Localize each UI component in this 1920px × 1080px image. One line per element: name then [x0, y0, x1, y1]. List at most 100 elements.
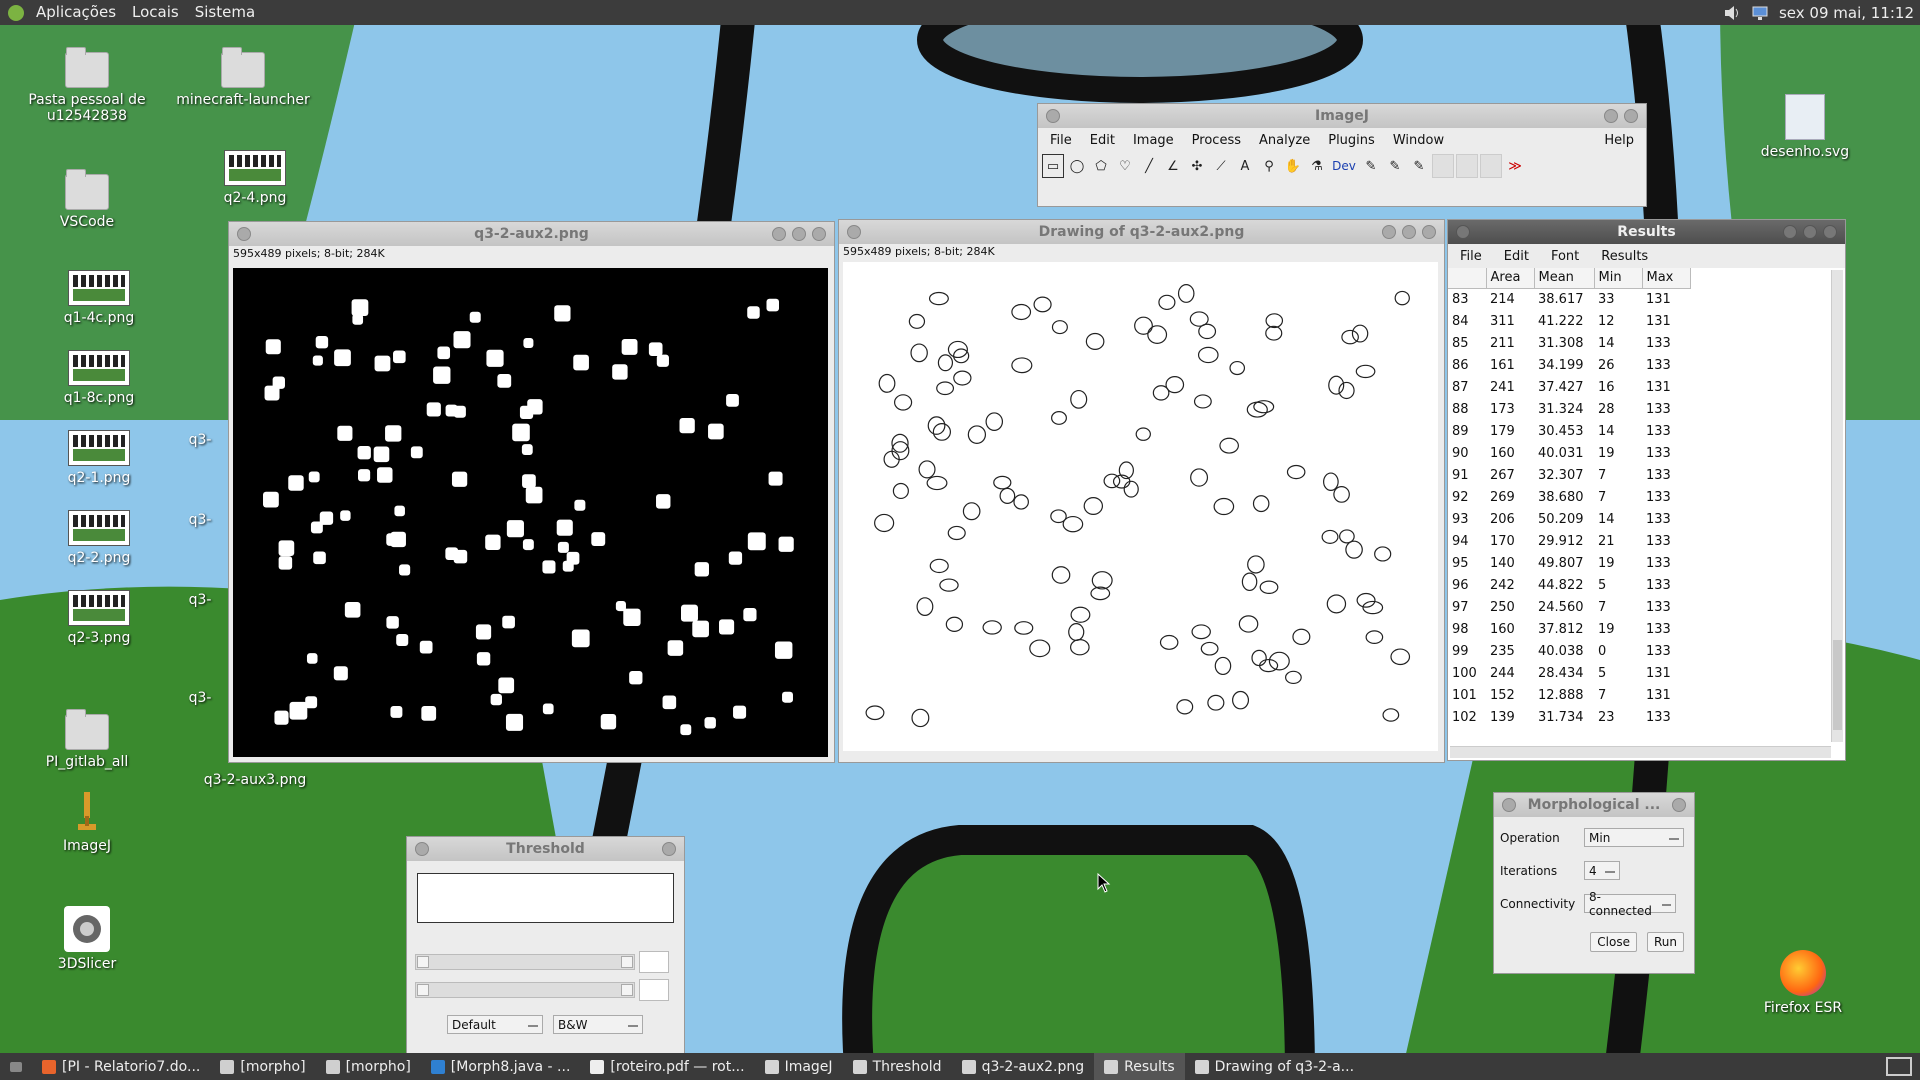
taskbar-item[interactable]: Results: [1094, 1053, 1185, 1080]
desktop-icon-partial[interactable]: q3-: [180, 512, 220, 528]
show-desktop-button[interactable]: [0, 1053, 32, 1080]
minimize-button[interactable]: [1783, 225, 1797, 239]
table-row[interactable]: 100 244 28.434 5 131: [1448, 662, 1690, 684]
menu-image[interactable]: Image: [1133, 133, 1174, 148]
table-row[interactable]: 96 242 44.822 5 133: [1448, 574, 1690, 596]
desktop-icon-q2-1[interactable]: q2-1.png: [24, 430, 174, 486]
operation-select[interactable]: Min: [1584, 828, 1684, 847]
minimize-button[interactable]: [1604, 109, 1618, 123]
desktop-icon-q2-2[interactable]: q2-2.png: [24, 510, 174, 566]
zoom-tool-icon[interactable]: ⚲: [1258, 154, 1280, 178]
blob-tool-icon[interactable]: ✎: [1384, 154, 1406, 178]
results-menu-font[interactable]: Font: [1551, 249, 1579, 264]
table-row[interactable]: 95 140 49.807 19 133: [1448, 552, 1690, 574]
run-button[interactable]: Run: [1646, 932, 1684, 952]
desktop-icon-q1-8c[interactable]: q1-8c.png: [24, 350, 174, 406]
close-button[interactable]: [1823, 225, 1837, 239]
close-button[interactable]: [662, 842, 676, 856]
desktop-icon-firefox[interactable]: Firefox ESR: [1728, 950, 1878, 1016]
close-button[interactable]: [1624, 109, 1638, 123]
slider-track[interactable]: [415, 982, 635, 998]
table-row[interactable]: 94 170 29.912 21 133: [1448, 530, 1690, 552]
window-menu-button[interactable]: [415, 842, 429, 856]
taskbar-item[interactable]: [Morph8.java - ...: [421, 1053, 581, 1080]
network-icon[interactable]: [1751, 5, 1769, 21]
dropper-tool-icon[interactable]: ⚗: [1306, 154, 1328, 178]
clock[interactable]: sex 09 mai, 11:12: [1779, 4, 1914, 22]
window-menu-button[interactable]: [847, 225, 861, 239]
threshold-mode-select[interactable]: B&W: [553, 1015, 643, 1034]
empty-tool-slot[interactable]: [1432, 154, 1454, 178]
desktop-icon-q2-3[interactable]: q2-3.png: [24, 590, 174, 646]
table-row[interactable]: 86 161 34.199 26 133: [1448, 354, 1690, 376]
slider-left-arrow-icon[interactable]: [417, 956, 429, 968]
taskbar-item[interactable]: Drawing of q3-2-a...: [1185, 1053, 1364, 1080]
results-horizontal-scrollbar[interactable]: [1450, 746, 1831, 758]
imagej-titlebar[interactable]: ImageJ: [1038, 104, 1646, 128]
table-row[interactable]: 89 179 30.453 14 133: [1448, 420, 1690, 442]
table-row[interactable]: 85 211 31.308 14 133: [1448, 332, 1690, 354]
desktop-icon-pi-gitlab[interactable]: PI_gitlab_all: [12, 709, 162, 770]
connectivity-select[interactable]: 8-connected: [1584, 890, 1676, 918]
results-titlebar[interactable]: Results: [1448, 220, 1845, 244]
desktop-icon-q1-4c[interactable]: q1-4c.png: [24, 270, 174, 326]
menu-window[interactable]: Window: [1393, 133, 1444, 148]
table-row[interactable]: 99 235 40.038 0 133: [1448, 640, 1690, 662]
min-threshold-slider[interactable]: [415, 951, 676, 973]
results-menu-file[interactable]: File: [1460, 249, 1482, 264]
column-header[interactable]: Max: [1642, 268, 1691, 289]
freehand-tool-icon[interactable]: ♡: [1114, 154, 1136, 178]
menu-plugins[interactable]: Plugins: [1328, 133, 1375, 148]
desktop-icon-3dslicer[interactable]: 3DSlicer: [12, 906, 162, 972]
text-tool-icon[interactable]: A: [1234, 154, 1256, 178]
window-menu-button[interactable]: [1046, 109, 1060, 123]
slider-left-arrow-icon[interactable]: [417, 984, 429, 996]
wand-tool-icon[interactable]: ⟋: [1210, 154, 1232, 178]
minimize-button[interactable]: [772, 227, 786, 241]
table-row[interactable]: 88 173 31.324 28 133: [1448, 398, 1690, 420]
slider-track[interactable]: [415, 954, 635, 970]
table-row[interactable]: 91 267 32.307 7 133: [1448, 464, 1690, 486]
taskbar-item[interactable]: q3-2-aux2.png: [952, 1053, 1095, 1080]
table-row[interactable]: 97 250 24.560 7 133: [1448, 596, 1690, 618]
line-tool-icon[interactable]: ╱: [1138, 154, 1160, 178]
desktop-icon-desenho[interactable]: desenho.svg: [1730, 94, 1880, 160]
hand-tool-icon[interactable]: ✋: [1282, 154, 1304, 178]
results-menu-edit[interactable]: Edit: [1504, 249, 1529, 264]
threshold-method-select[interactable]: Default: [447, 1015, 543, 1034]
min-threshold-value[interactable]: [639, 951, 669, 973]
image-titlebar[interactable]: q3-2-aux2.png: [229, 222, 834, 246]
minimize-button[interactable]: [1382, 225, 1396, 239]
angle-tool-icon[interactable]: ∠: [1162, 154, 1184, 178]
table-row[interactable]: 83 214 38.617 33 131: [1448, 288, 1690, 310]
menu-help[interactable]: Help: [1604, 133, 1634, 148]
pipette-tool-icon[interactable]: ✎: [1408, 154, 1430, 178]
more-tools-icon[interactable]: ≫: [1504, 154, 1526, 178]
menu-analyze[interactable]: Analyze: [1259, 133, 1310, 148]
outline-drawing-canvas[interactable]: [843, 262, 1438, 751]
binary-image-canvas[interactable]: [233, 268, 828, 757]
column-header[interactable]: Area: [1486, 268, 1535, 289]
desktop-icon-imagej[interactable]: ImageJ: [12, 790, 162, 854]
column-header[interactable]: [1448, 268, 1487, 289]
close-button[interactable]: [1672, 798, 1686, 812]
taskbar-item[interactable]: Threshold: [843, 1053, 952, 1080]
desktop-icon-partial[interactable]: q3-: [180, 690, 220, 706]
close-button[interactable]: [812, 227, 826, 241]
maximize-button[interactable]: [1803, 225, 1817, 239]
volume-icon[interactable]: [1723, 5, 1741, 21]
point-tool-icon[interactable]: ✣: [1186, 154, 1208, 178]
workspace-switcher-icon[interactable]: [1886, 1057, 1912, 1076]
table-row[interactable]: 92 269 38.680 7 133: [1448, 486, 1690, 508]
rectangle-tool-icon[interactable]: ▭: [1042, 154, 1064, 178]
menu-process[interactable]: Process: [1192, 133, 1241, 148]
taskbar-item[interactable]: [roteiro.pdf — rot...: [580, 1053, 754, 1080]
slider-right-arrow-icon[interactable]: [621, 956, 633, 968]
desktop-icon-minecraft[interactable]: minecraft-launcher: [168, 47, 318, 108]
window-menu-button[interactable]: [1502, 798, 1516, 812]
drawing-titlebar[interactable]: Drawing of q3-2-aux2.png: [839, 220, 1444, 244]
menu-system[interactable]: Sistema: [187, 0, 263, 25]
distro-logo-icon[interactable]: [8, 4, 24, 21]
close-button[interactable]: Close: [1590, 932, 1637, 952]
dev-tool-button[interactable]: Dev: [1330, 154, 1358, 178]
